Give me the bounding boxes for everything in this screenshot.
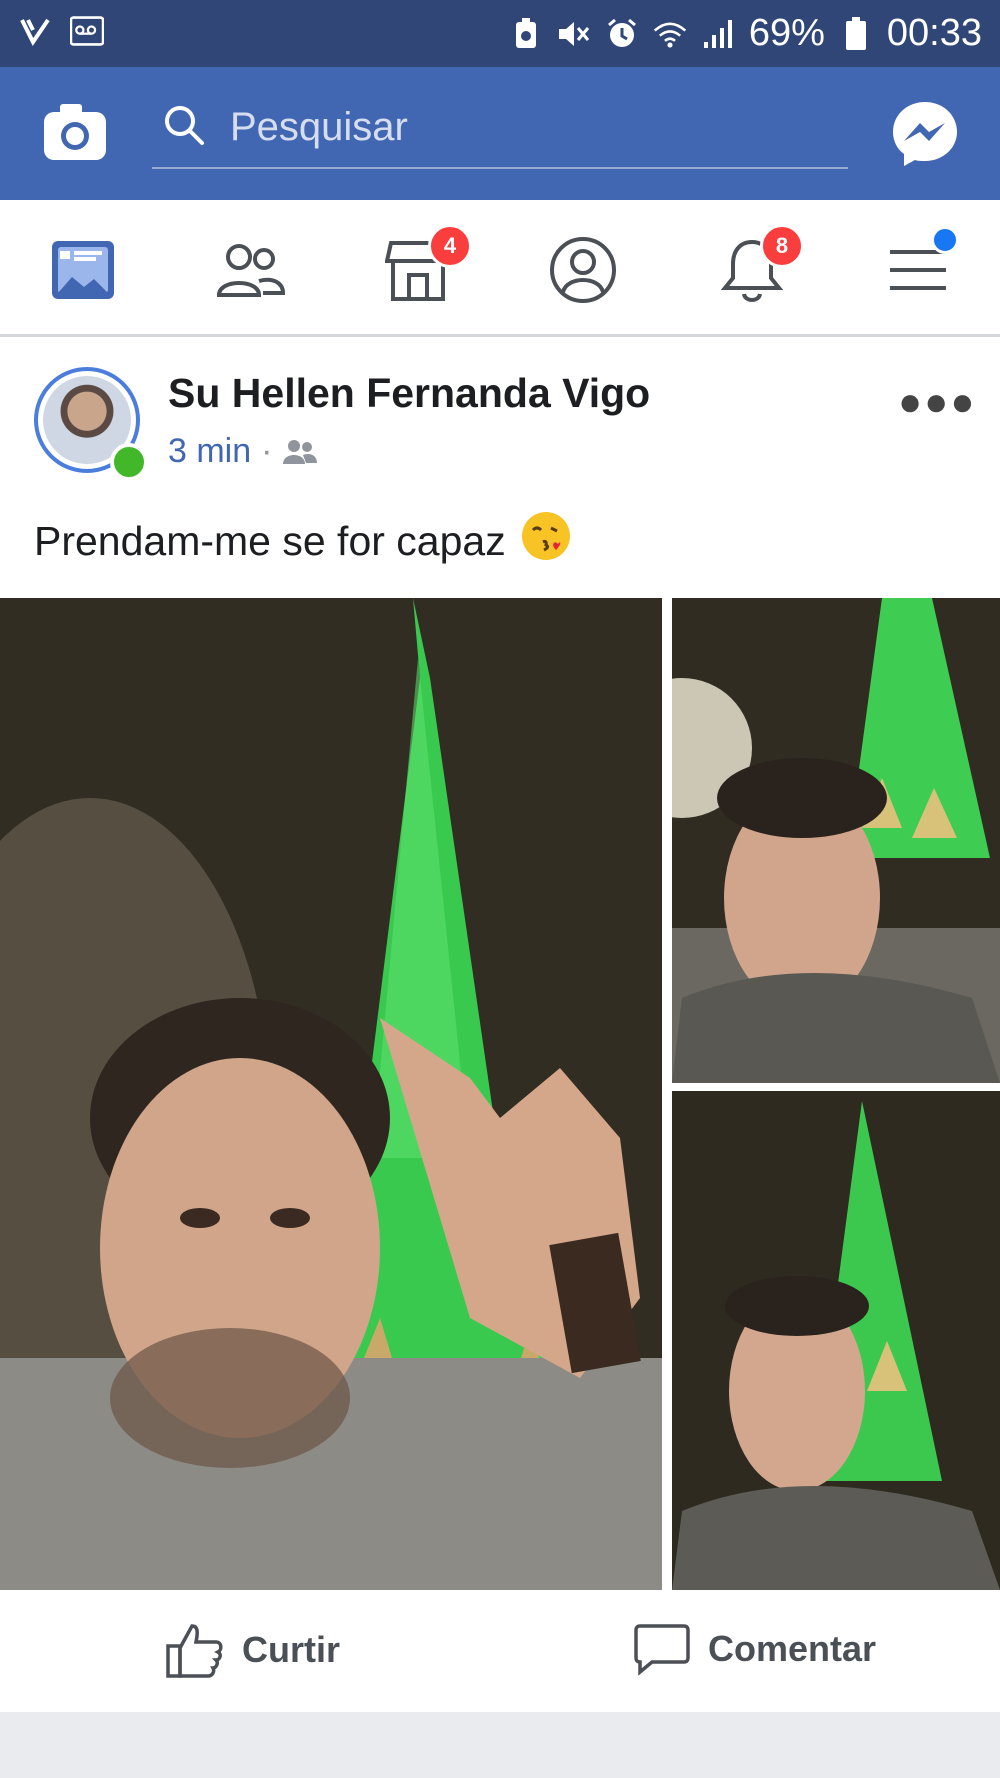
more-options-icon[interactable]: ●●● [898, 380, 976, 425]
app-bar [0, 67, 1000, 200]
video-icon [18, 14, 52, 48]
profile-icon [550, 237, 616, 303]
notifications-badge: 8 [760, 224, 804, 268]
like-button[interactable]: Curtir [166, 1622, 340, 1678]
friends-audience-icon[interactable] [282, 438, 318, 466]
friends-icon [216, 244, 285, 297]
post-caption: Prendam-me se for capaz [34, 510, 572, 572]
post-time[interactable]: 3 min [168, 432, 251, 471]
kiss-emoji-icon [520, 510, 572, 572]
wifi-icon [653, 17, 687, 51]
feed-separator [0, 1712, 1000, 1778]
nav-tabs: 4 8 [0, 200, 1000, 337]
battery-icon [839, 16, 873, 51]
comment-button[interactable]: Comentar [634, 1622, 876, 1676]
comment-label: Comentar [708, 1628, 877, 1669]
post-header: Su Hellen Fernanda Vigo 3 min · ●●● [0, 340, 1000, 500]
marketplace-badge: 4 [428, 224, 472, 268]
status-time: 00:33 [886, 12, 982, 54]
post-photo-2[interactable] [672, 598, 1000, 1083]
tab-news-feed[interactable] [43, 230, 123, 310]
status-bar: 69% 00:33 [0, 0, 1000, 67]
alarm-icon [605, 17, 639, 51]
search-input[interactable] [228, 103, 792, 151]
post-author[interactable]: Su Hellen Fernanda Vigo [168, 370, 650, 417]
messenger-icon[interactable] [890, 99, 960, 169]
voicemail-icon [70, 14, 104, 48]
signal-icon [701, 17, 735, 51]
post-meta: 3 min · [168, 432, 318, 471]
post-photo-3[interactable] [672, 1091, 1000, 1590]
news-feed-icon [52, 241, 114, 299]
search-bar[interactable] [152, 87, 848, 169]
like-label: Curtir [242, 1629, 340, 1670]
tab-friends[interactable] [210, 230, 290, 310]
camera-icon[interactable] [42, 102, 108, 162]
meta-separator: · [261, 432, 273, 470]
post-photo-main[interactable] [0, 598, 662, 1590]
post-photos [0, 598, 1000, 1590]
tab-profile[interactable] [543, 230, 623, 310]
mute-icon [557, 17, 591, 51]
menu-new-dot [931, 226, 959, 254]
battery-percent: 69% [748, 12, 825, 54]
recycle-icon [509, 17, 543, 51]
post-actions: Curtir Comentar [0, 1590, 1000, 1710]
online-indicator [110, 443, 148, 481]
comment-icon [634, 1624, 690, 1676]
search-icon [162, 103, 206, 152]
thumbs-up-icon [166, 1624, 223, 1678]
caption-text: Prendam-me se for capaz [34, 517, 506, 564]
